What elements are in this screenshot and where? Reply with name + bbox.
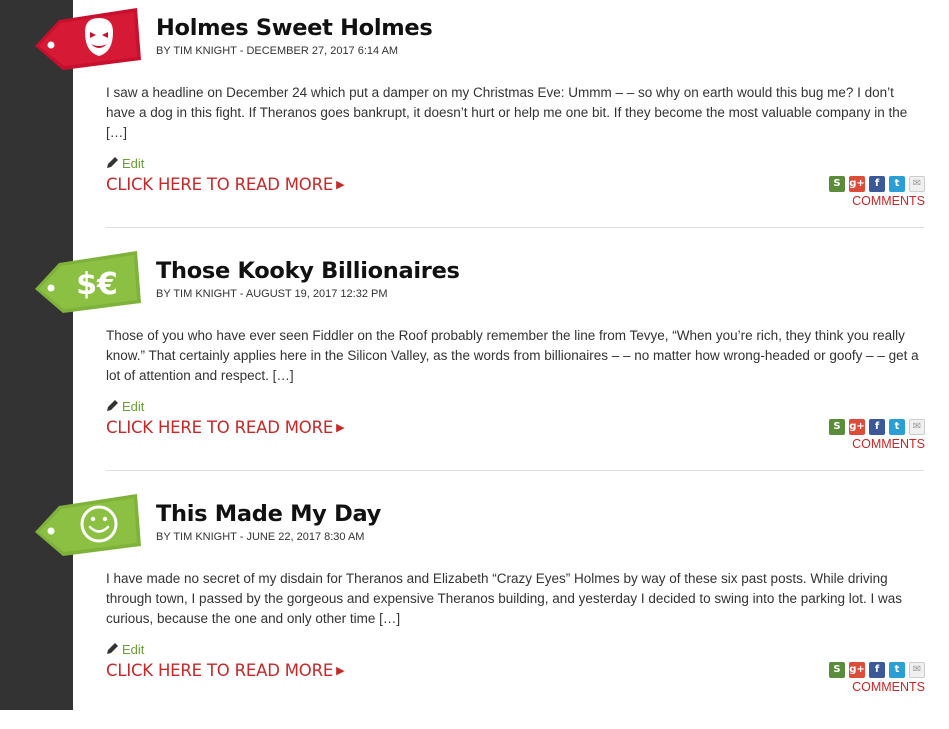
edit-link[interactable]: Edit	[106, 399, 144, 414]
post-card: This Made My Day BY TIM KNIGHT - JUNE 22…	[0, 486, 949, 729]
post-excerpt: Those of you who have ever seen Fiddler …	[106, 328, 919, 384]
edit-link[interactable]: Edit	[106, 156, 144, 171]
facebook-icon[interactable]: f	[869, 176, 885, 192]
svg-text:$€: $€	[76, 267, 118, 302]
post-byline: BY TIM KNIGHT - JUNE 22, 2017 8:30 AM	[156, 531, 365, 543]
stumbleupon-icon[interactable]: S	[829, 662, 845, 678]
read-more-link[interactable]: CLICK HERE TO READ MORE ▶	[106, 175, 345, 194]
comments-link[interactable]: COMMENTS	[852, 437, 925, 451]
caret-right-icon: ▶	[336, 178, 345, 191]
caret-right-icon: ▶	[336, 421, 345, 434]
read-more-label: CLICK HERE TO READ MORE	[106, 661, 334, 680]
edit-label: Edit	[122, 156, 145, 171]
twitter-icon[interactable]: t	[889, 419, 905, 435]
google-plus-icon[interactable]: g+	[849, 662, 865, 678]
currency-icon: $€	[35, 251, 141, 313]
post-title[interactable]: This Made My Day	[156, 501, 381, 527]
google-plus-icon[interactable]: g+	[849, 176, 865, 192]
post-title[interactable]: Holmes Sweet Holmes	[156, 15, 433, 41]
post-byline: BY TIM KNIGHT - DECEMBER 27, 2017 6:14 A…	[156, 45, 399, 57]
read-more-label: CLICK HERE TO READ MORE	[106, 418, 334, 437]
edit-label: Edit	[122, 642, 145, 657]
post-excerpt: I saw a headline on December 24 which pu…	[106, 85, 908, 141]
post-card: Holmes Sweet Holmes BY TIM KNIGHT - DECE…	[0, 0, 949, 243]
twitter-icon[interactable]: t	[889, 662, 905, 678]
pencil-icon	[107, 643, 118, 654]
post-title[interactable]: Those Kooky Billionaires	[156, 258, 460, 284]
email-icon[interactable]: ✉	[909, 176, 925, 192]
post-divider	[106, 227, 924, 228]
comments-link[interactable]: COMMENTS	[852, 680, 925, 694]
edit-label: Edit	[122, 399, 145, 414]
post-divider	[106, 470, 924, 471]
caret-right-icon: ▶	[336, 664, 345, 677]
twitter-icon[interactable]: t	[889, 176, 905, 192]
share-bar: S g+ f t ✉	[829, 662, 925, 678]
email-icon[interactable]: ✉	[909, 662, 925, 678]
facebook-icon[interactable]: f	[869, 419, 885, 435]
post-byline: BY TIM KNIGHT - AUGUST 19, 2017 12:32 PM	[156, 288, 388, 300]
facebook-icon[interactable]: f	[869, 662, 885, 678]
comments-link[interactable]: COMMENTS	[852, 194, 925, 208]
read-more-link[interactable]: CLICK HERE TO READ MORE ▶	[106, 418, 345, 437]
google-plus-icon[interactable]: g+	[849, 419, 865, 435]
stumbleupon-icon[interactable]: S	[829, 176, 845, 192]
share-bar: S g+ f t ✉	[829, 176, 925, 192]
stumbleupon-icon[interactable]: S	[829, 419, 845, 435]
email-icon[interactable]: ✉	[909, 419, 925, 435]
mask-icon	[35, 8, 141, 70]
edit-link[interactable]: Edit	[106, 642, 144, 657]
pencil-icon	[107, 400, 118, 411]
post-excerpt: I have made no secret of my disdain for …	[106, 571, 903, 627]
read-more-label: CLICK HERE TO READ MORE	[106, 175, 334, 194]
post-card: $€ Those Kooky Billionaires BY TIM KNIGH…	[0, 243, 949, 486]
read-more-link[interactable]: CLICK HERE TO READ MORE ▶	[106, 661, 345, 680]
pencil-icon	[107, 157, 118, 168]
share-bar: S g+ f t ✉	[829, 419, 925, 435]
smiley-icon	[35, 494, 141, 556]
